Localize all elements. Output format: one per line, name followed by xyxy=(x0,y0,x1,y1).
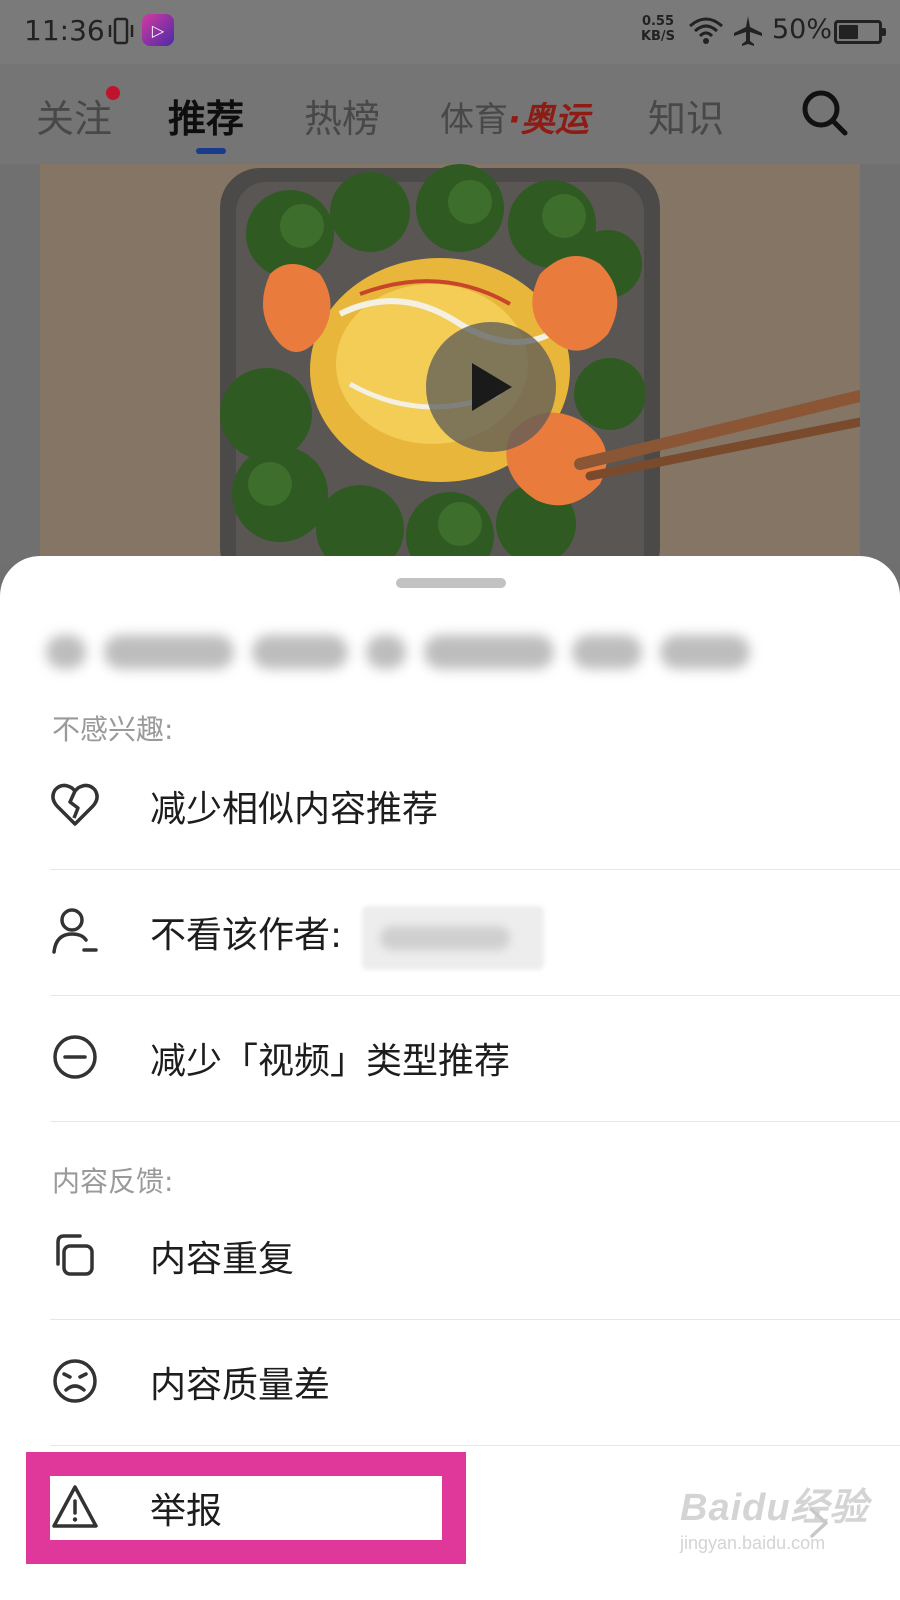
status-bar: 11:36 ▷ 0.55 KB/S 50% xyxy=(0,0,900,64)
user-minus-icon xyxy=(52,908,98,954)
highlight-box xyxy=(26,1452,466,1564)
option-label: 减少相似内容推荐 xyxy=(150,789,439,830)
wifi-icon xyxy=(689,17,723,44)
battery-icon xyxy=(834,20,886,44)
video-thumbnail[interactable] xyxy=(40,164,860,564)
section-label-not-interested: 不感兴趣: xyxy=(52,713,174,746)
blurred-author-name xyxy=(362,906,544,970)
option-block-author[interactable]: 不看该作者: xyxy=(50,870,900,996)
vibrate-icon xyxy=(108,17,134,45)
blurred-item xyxy=(252,635,348,669)
blurred-item xyxy=(104,635,234,669)
broken-heart-icon xyxy=(51,783,99,826)
tab-olympics-label: ·奥运 xyxy=(508,100,589,140)
watermark-logo: Baidu经验 xyxy=(680,1487,869,1529)
blurred-item xyxy=(660,635,750,669)
tab-hot-list[interactable]: 热榜 xyxy=(304,88,380,143)
play-button[interactable] xyxy=(426,322,556,452)
blurred-item xyxy=(424,635,554,669)
airplane-mode-icon xyxy=(734,16,762,46)
notification-dot xyxy=(106,86,120,100)
option-duplicate-content[interactable]: 内容重复 xyxy=(50,1194,900,1320)
battery-percent: 50% xyxy=(772,14,833,45)
app-notification-icon: ▷ xyxy=(142,14,174,46)
net-speed: 0.55 KB/S xyxy=(636,14,680,44)
minus-circle-icon xyxy=(53,1035,97,1079)
blurred-item xyxy=(572,635,642,669)
blurred-share-row xyxy=(30,606,870,698)
sheet-drag-handle[interactable] xyxy=(396,578,506,588)
option-low-quality[interactable]: 内容质量差 xyxy=(50,1320,900,1446)
option-label: 减少「视频」类型推荐 xyxy=(150,1041,511,1082)
blurred-text xyxy=(380,926,510,950)
feedback-bottom-sheet: 不感兴趣: 减少相似内容推荐 不看该作者: 减少「视频」类型推荐 内容反馈: 内… xyxy=(0,556,900,1600)
tab-sports-label: 体育 xyxy=(440,100,508,140)
tab-follow[interactable]: 关注 xyxy=(36,88,112,143)
tab-recommend[interactable]: 推荐 xyxy=(168,88,244,143)
tab-sports[interactable]: 体育·奥运 xyxy=(440,92,589,141)
option-label: 不看该作者: xyxy=(150,915,343,956)
blurred-item xyxy=(366,635,406,669)
blurred-item xyxy=(46,635,86,669)
tab-knowledge[interactable]: 知识 xyxy=(648,88,724,143)
sad-face-icon xyxy=(53,1359,97,1403)
top-nav-tabs: 关注 推荐 热榜 体育·奥运 知识 xyxy=(0,64,900,164)
option-label: 内容重复 xyxy=(150,1239,295,1280)
active-tab-indicator xyxy=(196,148,226,154)
battery-fill xyxy=(839,25,858,39)
search-icon[interactable] xyxy=(800,88,850,138)
play-icon xyxy=(472,363,512,411)
duplicate-icon xyxy=(56,1234,94,1276)
option-fewer-similar[interactable]: 减少相似内容推荐 xyxy=(50,744,900,870)
option-fewer-video-type[interactable]: 减少「视频」类型推荐 xyxy=(50,996,900,1122)
net-speed-value: 0.55 KB/S xyxy=(640,14,676,44)
option-label: 内容质量差 xyxy=(150,1365,331,1406)
baidu-watermark: Baidu经验 jingyan.baidu.com xyxy=(680,1476,869,1554)
watermark-url: jingyan.baidu.com xyxy=(680,1533,826,1553)
status-time: 11:36 xyxy=(24,14,105,47)
chevron-right-icon xyxy=(810,1508,828,1538)
